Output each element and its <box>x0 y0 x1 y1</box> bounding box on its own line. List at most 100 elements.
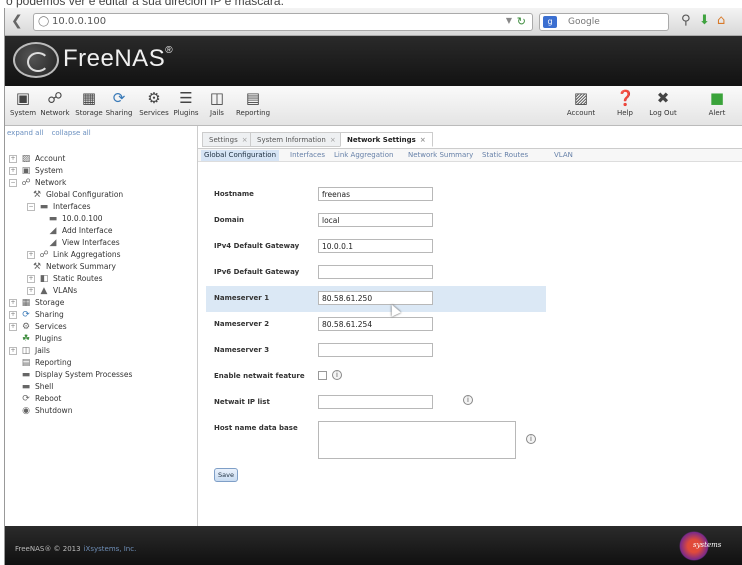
sidebar-item-label: Reporting <box>35 358 72 367</box>
refresh-icon[interactable]: ↻ <box>517 15 526 28</box>
logo-text: systems <box>693 541 722 549</box>
sidebar-item-add-interface[interactable]: ◢ Add Interface <box>47 225 113 237</box>
sidebar-item-label: Sharing <box>35 310 64 319</box>
netwait-ip-row: Netwait IP list i <box>206 390 546 416</box>
company-link[interactable]: iXsystems, Inc. <box>84 545 137 553</box>
expand-toggle[interactable]: + <box>9 155 17 163</box>
dropdown-arrow-icon[interactable]: ▼ <box>506 16 512 25</box>
netwait-checkbox[interactable] <box>318 371 327 380</box>
expand-toggle[interactable]: + <box>27 251 35 259</box>
sharing-icon: ⟳ <box>22 310 30 320</box>
subtab-interfaces[interactable]: Interfaces <box>290 151 325 159</box>
home-icon[interactable]: ⌂ <box>717 13 725 29</box>
ipv4-gateway-row: IPv4 Default Gateway <box>206 234 546 260</box>
download-icon[interactable]: ⬇ <box>699 13 710 29</box>
ipv4-gateway-label: IPv4 Default Gateway <box>214 242 300 250</box>
sidebar-item-system[interactable]: + ▣ System <box>9 165 63 177</box>
sidebar-item-label: Account <box>35 154 66 163</box>
sidebar-item-global-configuration[interactable]: ⚒ Global Configuration <box>31 189 123 201</box>
search-input[interactable] <box>568 16 664 28</box>
expand-toggle[interactable]: + <box>9 311 17 319</box>
nameserver2-field[interactable] <box>318 317 433 331</box>
magnifier-icon[interactable]: ⚲ <box>681 13 691 29</box>
toolbar-account[interactable]: ▨ Account <box>559 89 603 117</box>
address-bar[interactable]: ◯ 10.0.0.100 ▼ ↻ <box>33 13 533 31</box>
toolbar-alert[interactable]: ■ Alert <box>695 89 739 117</box>
sidebar-item-interfaces[interactable]: − ▬ Interfaces <box>27 201 91 213</box>
system-icon: ▣ <box>21 166 31 176</box>
sidebar-item-plugins[interactable]: ☘ Plugins <box>20 333 62 345</box>
ipv6-gateway-field[interactable] <box>318 265 433 279</box>
system-icon: ▣ <box>15 89 31 107</box>
sidebar-item-network[interactable]: − ☍ Network <box>9 177 66 189</box>
nameserver1-field[interactable] <box>318 291 433 305</box>
ipv4-gateway-field[interactable] <box>318 239 433 253</box>
sidebar-item-interface-10-0-0-100[interactable]: ▬ 10.0.0.100 <box>47 213 103 225</box>
hosts-db-textarea[interactable] <box>318 421 516 459</box>
wrench-icon: ⚒ <box>32 262 42 272</box>
close-icon[interactable]: × <box>420 136 426 144</box>
app-name: FreeNAS <box>63 45 166 72</box>
sidebar-item-jails[interactable]: + ◫ Jails <box>9 345 50 357</box>
tab-network-settings[interactable]: Network Settings × <box>340 132 433 147</box>
sidebar-item-link-aggregations[interactable]: + ☍ Link Aggregations <box>27 249 121 261</box>
sidebar-item-sharing[interactable]: + ⟳ Sharing <box>9 309 64 321</box>
sidebar-item-shell[interactable]: ▬ Shell <box>20 381 54 393</box>
expand-all-link[interactable]: expand all <box>7 129 43 137</box>
collapse-toggle[interactable]: − <box>27 203 35 211</box>
nameserver3-field[interactable] <box>318 343 433 357</box>
subtab-link-aggregation[interactable]: Link Aggregation <box>334 151 393 159</box>
sidebar-item-storage[interactable]: + ▦ Storage <box>9 297 64 309</box>
tab-settings[interactable]: Settings × <box>202 132 255 147</box>
collapse-all-link[interactable]: collapse all <box>52 129 91 137</box>
sidebar-item-view-interfaces[interactable]: ◢ View Interfaces <box>47 237 120 249</box>
hosts-db-row: Host name data base i <box>206 416 546 462</box>
subtab-vlan[interactable]: VLAN <box>554 151 573 159</box>
toolbar-label: Alert <box>708 109 726 117</box>
collapse-toggle[interactable]: − <box>9 179 17 187</box>
expand-toggle[interactable]: + <box>9 323 17 331</box>
info-icon[interactable]: i <box>526 434 536 444</box>
close-icon[interactable]: × <box>330 136 336 144</box>
search-box[interactable]: g <box>539 13 669 31</box>
save-button[interactable]: Save <box>214 468 238 482</box>
search-engine-icon[interactable]: g <box>543 16 557 28</box>
expand-toggle[interactable]: + <box>27 287 35 295</box>
sidebar-item-display-system-processes[interactable]: ▬ Display System Processes <box>20 369 133 381</box>
subtab-global-configuration[interactable]: Global Configuration <box>201 150 280 161</box>
close-icon[interactable]: × <box>242 136 248 144</box>
subtab-static-routes[interactable]: Static Routes <box>482 151 528 159</box>
sidebar-item-reboot[interactable]: ⟳ Reboot <box>20 393 61 405</box>
sidebar-item-network-summary[interactable]: ⚒ Network Summary <box>31 261 116 273</box>
expand-toggle[interactable]: + <box>9 167 17 175</box>
storage-icon: ▦ <box>81 89 97 107</box>
hostname-field[interactable] <box>318 187 433 201</box>
expand-toggle[interactable]: + <box>9 299 17 307</box>
hosts-db-label: Host name data base <box>214 424 298 432</box>
sidebar-item-static-routes[interactable]: + ◧ Static Routes <box>27 273 103 285</box>
info-icon[interactable]: i <box>332 370 342 380</box>
sidebar-item-label: Reboot <box>35 394 62 403</box>
sidebar-item-account[interactable]: + ▨ Account <box>9 153 65 165</box>
expand-toggle[interactable]: + <box>9 347 17 355</box>
domain-field[interactable] <box>318 213 433 227</box>
nameserver3-label: Nameserver 3 <box>214 346 270 354</box>
browser-toolbar: ❮ ◯ 10.0.0.100 ▼ ↻ g ⚲ ⬇ ⌂ <box>5 8 742 36</box>
expand-toggle[interactable]: + <box>27 275 35 283</box>
back-arrow-icon[interactable]: ❮ <box>11 13 27 29</box>
logout-icon: ✖ <box>656 89 670 107</box>
netwait-ip-field[interactable] <box>318 395 433 409</box>
sidebar-item-services[interactable]: + ⚙ Services <box>9 321 67 333</box>
tab-system-information[interactable]: System Information × <box>250 132 343 147</box>
sidebar-item-label: Shell <box>35 382 54 391</box>
subtab-network-summary[interactable]: Network Summary <box>408 151 473 159</box>
globe-icon: ◯ <box>38 16 50 27</box>
toolbar-logout[interactable]: ✖ Log Out <box>641 89 685 117</box>
url-text[interactable]: 10.0.0.100 <box>52 16 106 27</box>
sidebar-item-reporting[interactable]: ▤ Reporting <box>20 357 72 369</box>
info-icon[interactable]: i <box>463 395 473 405</box>
reporting-icon: ▤ <box>245 89 261 107</box>
toolbar-reporting[interactable]: ▤ Reporting <box>231 89 275 117</box>
sidebar-item-shutdown[interactable]: ◉ Shutdown <box>20 405 72 417</box>
sidebar-item-vlans[interactable]: + ▲ VLANs <box>27 285 77 297</box>
